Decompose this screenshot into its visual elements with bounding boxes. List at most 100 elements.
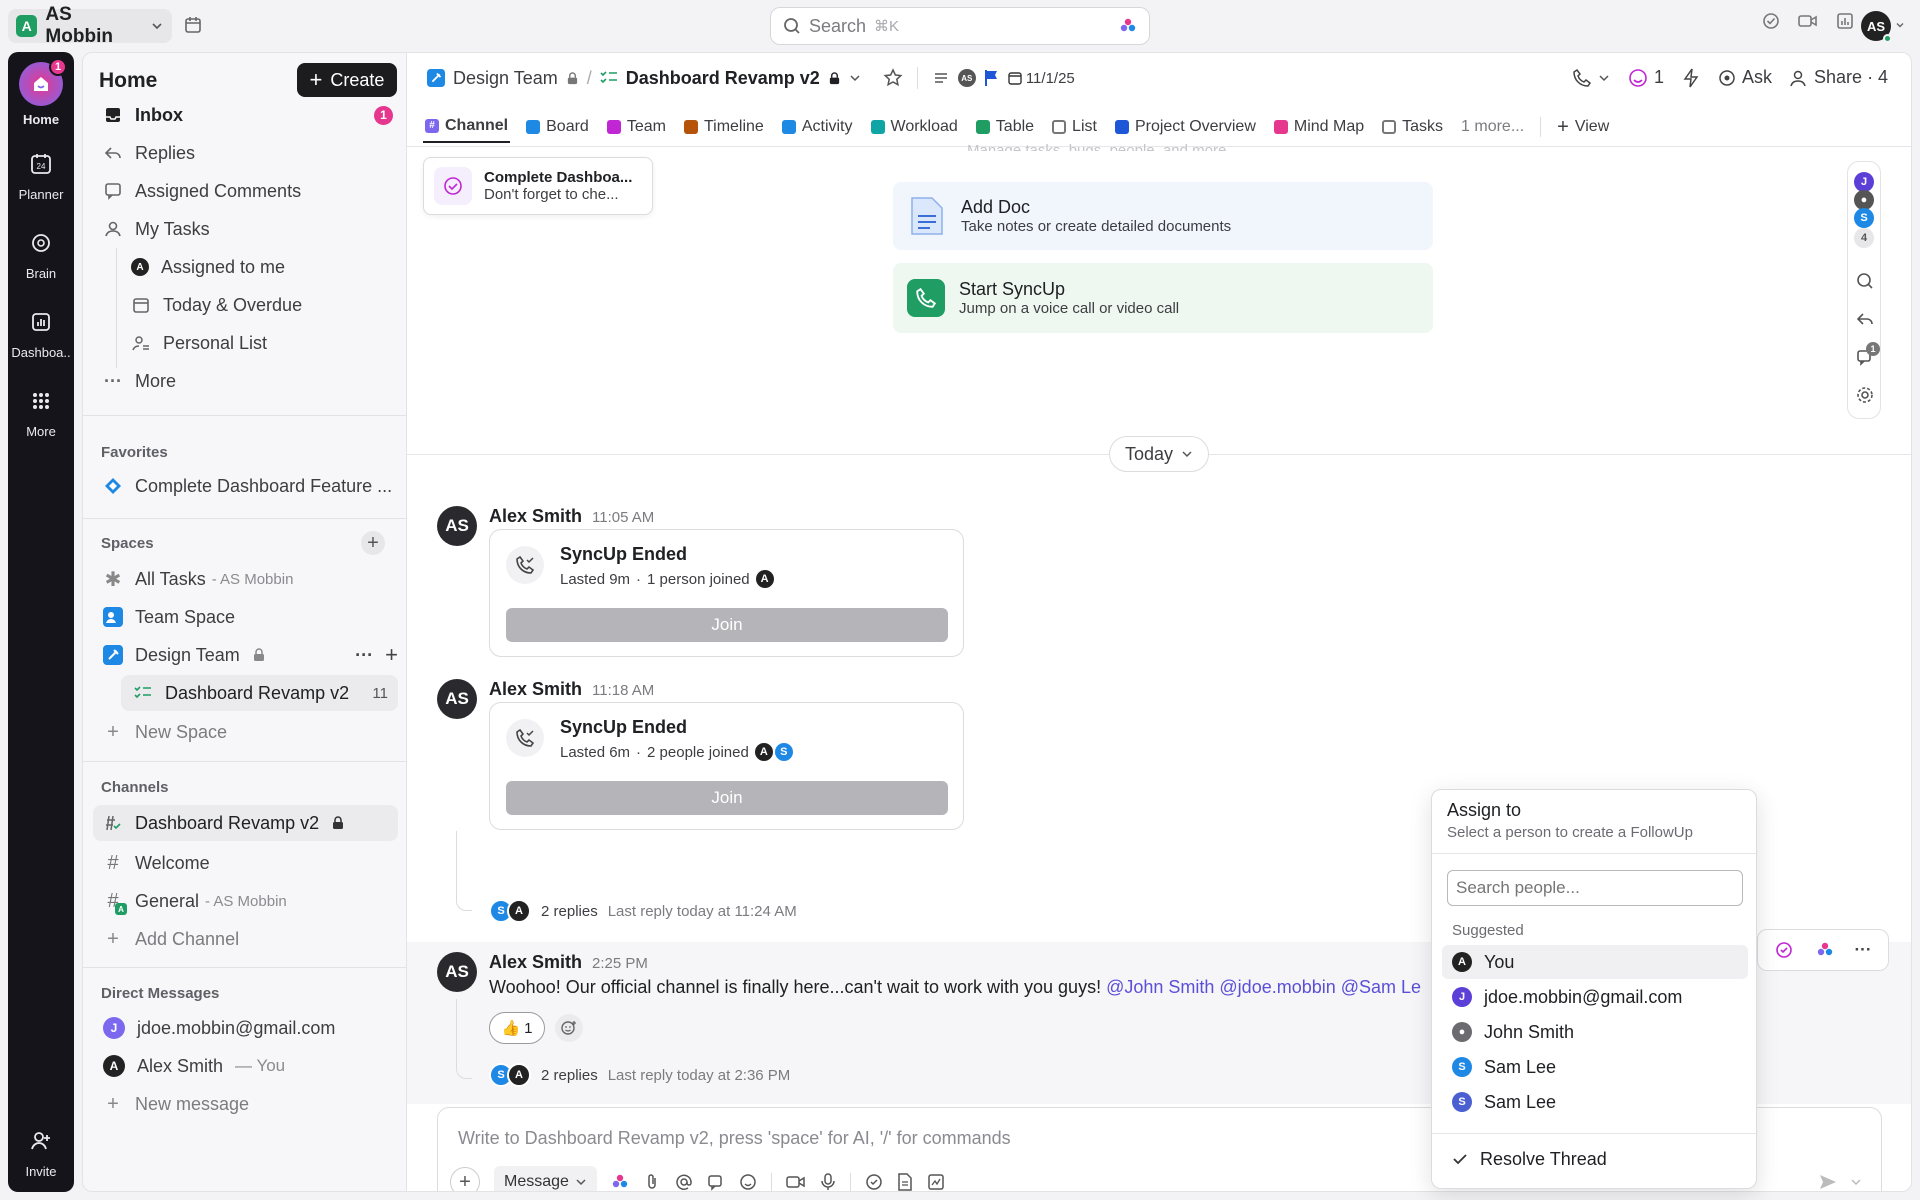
sam-avatar[interactable]: S — [1854, 208, 1874, 228]
sidebar-item-assigned-to-me[interactable]: A Assigned to me — [131, 252, 285, 282]
reply-icon[interactable] — [1856, 310, 1874, 328]
add-view-button[interactable]: + View — [1555, 111, 1611, 143]
reminder-card[interactable]: Complete Dashboa... Don't forget to che.… — [423, 157, 653, 215]
rail-more[interactable]: More — [8, 384, 74, 439]
followers-button[interactable]: 1 — [1628, 67, 1664, 88]
sidebar-item-inbox[interactable]: Inbox 1 — [103, 100, 393, 130]
tab-timeline[interactable]: Timeline — [682, 111, 766, 143]
doc-icon[interactable] — [897, 1173, 913, 1191]
tab-mind-map[interactable]: Mind Map — [1272, 111, 1366, 143]
sidebar-item-team-space[interactable]: Team Space — [103, 602, 235, 632]
person-option[interactable]: ● John Smith — [1442, 1015, 1748, 1049]
search-people-input[interactable] — [1447, 870, 1743, 906]
sidebar-item-personal-list[interactable]: Personal List — [131, 328, 267, 358]
message-author[interactable]: Alex Smith — [489, 679, 582, 700]
sidebar-item-channel-welcome[interactable]: # Welcome — [103, 848, 209, 878]
emoji-icon[interactable] — [739, 1173, 757, 1191]
sidebar-item-dashboard-revamp[interactable]: Dashboard Revamp v2 11 — [121, 675, 398, 711]
message-type-select[interactable]: Message — [494, 1166, 597, 1191]
sidebar-item-channel-general[interactable]: # A General - AS Mobbin — [103, 886, 287, 916]
person-option[interactable]: J jdoe.mobbin@gmail.com — [1442, 980, 1748, 1014]
sidebar-item-my-tasks[interactable]: My Tasks — [103, 214, 210, 244]
tab-channel[interactable]: # Channel — [423, 111, 511, 143]
sidebar-item-all-tasks[interactable]: ✱ All Tasks - AS Mobbin — [103, 564, 294, 594]
add-reaction-button[interactable] — [555, 1014, 583, 1042]
ai-brain-icon[interactable] — [1119, 17, 1137, 35]
sidebar-item-dm-alex[interactable]: A Alex Smith — You — [103, 1051, 285, 1081]
ask-button[interactable]: Ask — [1718, 67, 1772, 88]
thread-replies[interactable]: SA 2 replies Last reply today at 11:24 A… — [489, 899, 797, 923]
due-date[interactable]: 11/1/25 — [1008, 70, 1075, 87]
task-icon[interactable] — [865, 1173, 883, 1191]
thread-replies[interactable]: SA 2 replies Last reply today at 2:36 PM — [489, 1063, 790, 1087]
followup-icon[interactable] — [1775, 940, 1795, 960]
join-button[interactable]: Join — [506, 781, 948, 815]
create-button[interactable]: + Create — [297, 63, 397, 97]
video-icon[interactable] — [1798, 12, 1818, 30]
comment-icon[interactable] — [707, 1173, 725, 1191]
microphone-icon[interactable] — [820, 1173, 836, 1191]
gear-icon[interactable] — [1856, 386, 1874, 404]
whiteboard-icon[interactable] — [927, 1173, 945, 1191]
ellipsis-icon[interactable]: ··· — [355, 645, 373, 666]
members-count[interactable]: 4 — [1854, 228, 1874, 248]
sidebar-item-replies[interactable]: Replies — [103, 138, 195, 168]
tab-board[interactable]: Board — [524, 111, 591, 143]
star-icon[interactable] — [883, 68, 903, 88]
sidebar-item-dm-jdoe[interactable]: J jdoe.mobbin@gmail.com — [103, 1013, 335, 1043]
tab-tasks[interactable]: Tasks — [1380, 111, 1445, 143]
global-search[interactable]: Search ⌘K — [770, 7, 1150, 45]
person-option[interactable]: A You — [1442, 945, 1748, 979]
start-syncup-card[interactable]: Start SyncUp Jump on a voice call or vid… — [893, 263, 1433, 333]
today-divider[interactable]: Today — [1109, 436, 1209, 472]
person-option[interactable]: S Sam Lee — [1442, 1050, 1748, 1084]
tabs-more[interactable]: 1 more... — [1459, 111, 1526, 143]
sidebar-item-today-overdue[interactable]: Today & Overdue — [131, 290, 302, 320]
sidebar-item-add-channel[interactable]: + Add Channel — [103, 924, 239, 954]
john-avatar[interactable]: ● — [1854, 190, 1874, 210]
crumb-list[interactable]: Dashboard Revamp v2 — [626, 68, 820, 89]
lightning-icon[interactable] — [1682, 68, 1700, 88]
tab-team[interactable]: Team — [605, 111, 668, 143]
flag-icon[interactable] — [984, 69, 1000, 87]
mention-icon[interactable] — [675, 1173, 693, 1191]
chevron-down-icon[interactable] — [849, 72, 861, 84]
sidebar-item-favorite[interactable]: Complete Dashboard Feature ... — [103, 471, 392, 501]
calendar-icon[interactable] — [183, 15, 203, 35]
plus-icon[interactable]: + — [385, 642, 398, 668]
workspace-switcher[interactable]: A AS Mobbin — [8, 4, 172, 47]
sidebar-item-assigned-comments[interactable]: Assigned Comments — [103, 176, 301, 206]
rail-home[interactable]: 1 Home — [8, 58, 74, 127]
tab-activity[interactable]: Activity — [780, 111, 855, 143]
message-avatar[interactable]: AS — [437, 679, 477, 719]
tab-workload[interactable]: Workload — [869, 111, 960, 143]
add-space-button[interactable]: + — [361, 531, 385, 555]
join-button[interactable]: Join — [506, 608, 948, 642]
message-avatar[interactable]: AS — [437, 506, 477, 546]
message-author[interactable]: Alex Smith — [489, 506, 582, 527]
dashboard-icon[interactable] — [1836, 12, 1854, 30]
add-doc-card[interactable]: Add Doc Take notes or create detailed do… — [893, 182, 1433, 250]
person-option[interactable]: S Sam Lee — [1442, 1085, 1748, 1119]
search-icon[interactable] — [1856, 272, 1874, 290]
composer-input[interactable]: Write to Dashboard Revamp v2, press 'spa… — [458, 1128, 1011, 1149]
rail-planner[interactable]: 24 Planner — [8, 147, 74, 202]
check-circle-icon[interactable] — [1762, 12, 1780, 30]
message-mentions[interactable]: @John Smith @jdoe.mobbin @Sam Le — [1106, 977, 1421, 997]
rail-invite[interactable]: Invite — [8, 1124, 74, 1179]
sidebar-item-new-space[interactable]: + New Space — [103, 717, 227, 747]
sidebar-item-channel-dashboard[interactable]: Dashboard Revamp v2 — [93, 805, 398, 841]
rail-brain[interactable]: Brain — [8, 226, 74, 281]
attachment-icon[interactable] — [643, 1173, 661, 1191]
ai-brain-icon[interactable] — [611, 1173, 629, 1191]
resolve-thread-option[interactable]: Resolve Thread — [1442, 1142, 1748, 1176]
sidebar-item-more[interactable]: ··· More — [103, 366, 176, 396]
share-button[interactable]: Share · 4 — [1790, 67, 1888, 88]
rail-dashboards[interactable]: Dashboa.. — [8, 305, 74, 360]
reaction-thumbs-up[interactable]: 👍 1 — [489, 1012, 545, 1044]
jdoe-avatar[interactable]: J — [1854, 172, 1874, 192]
send-icon[interactable] — [1818, 1172, 1838, 1191]
crumb-space[interactable]: Design Team — [453, 68, 558, 89]
plus-icon[interactable]: + — [450, 1167, 480, 1191]
ellipsis-icon[interactable]: ··· — [1855, 940, 1872, 960]
